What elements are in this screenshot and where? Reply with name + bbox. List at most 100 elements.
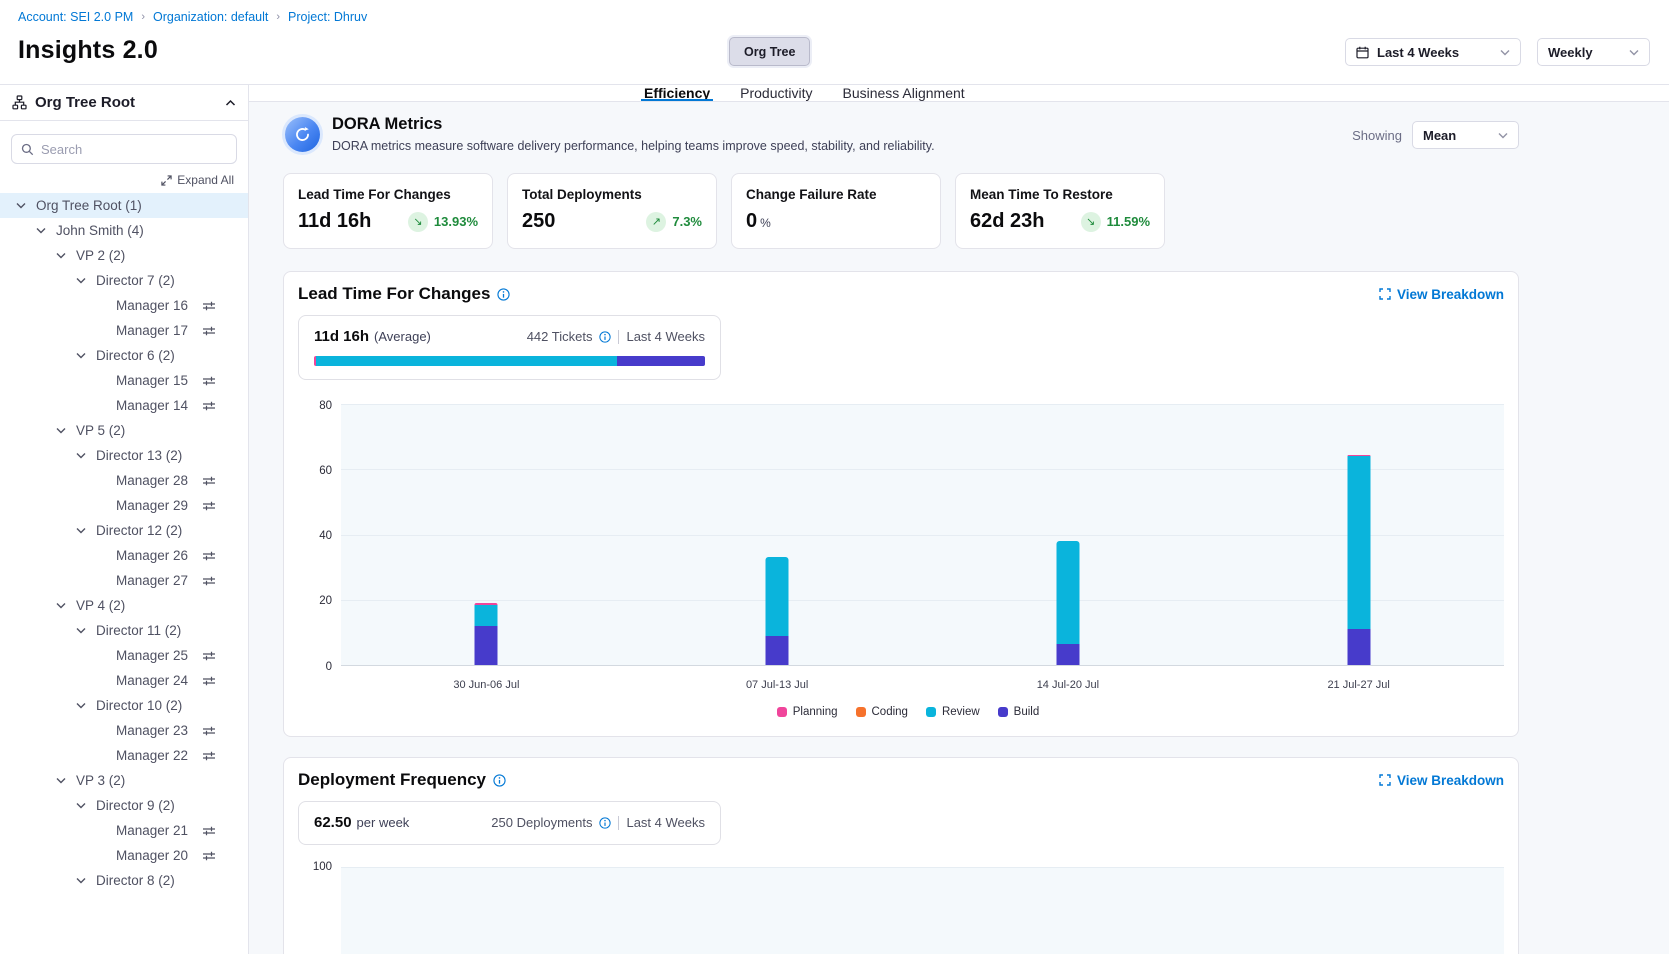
tree-item-director-11-2[interactable]: Director 11 (2) [0, 618, 248, 643]
tree-item-org-tree-root-1[interactable]: Org Tree Root (1) [0, 193, 248, 218]
tree-item-director-7-2[interactable]: Director 7 (2) [0, 268, 248, 293]
tree-item-manager-21[interactable]: Manager 21 [0, 818, 248, 843]
tree-item-director-13-2[interactable]: Director 13 (2) [0, 443, 248, 468]
metric-label: Lead Time For Changes [298, 187, 478, 202]
chevron-down-icon[interactable] [56, 252, 70, 259]
tree-item-manager-28[interactable]: Manager 28 [0, 468, 248, 493]
chevron-down-icon[interactable] [56, 777, 70, 784]
tree-item-director-9-2[interactable]: Director 9 (2) [0, 793, 248, 818]
tree-item-director-10-2[interactable]: Director 10 (2) [0, 693, 248, 718]
tree-item-label: Manager 24 [116, 673, 188, 688]
tree-item-manager-24[interactable]: Manager 24 [0, 668, 248, 693]
filters-icon[interactable] [202, 375, 216, 387]
filters-icon[interactable] [202, 300, 216, 312]
metric-card-change-failure-rate[interactable]: Change Failure Rate 0% [731, 173, 941, 249]
info-icon[interactable] [599, 817, 611, 829]
tab-efficiency[interactable]: Efficiency [644, 85, 710, 101]
filters-icon[interactable] [202, 650, 216, 662]
dora-title: DORA Metrics [332, 115, 1352, 134]
chevron-down-icon[interactable] [76, 802, 90, 809]
filters-icon[interactable] [202, 850, 216, 862]
filters-icon[interactable] [202, 400, 216, 412]
filters-icon[interactable] [202, 825, 216, 837]
tree-item-director-6-2[interactable]: Director 6 (2) [0, 343, 248, 368]
chevron-down-icon[interactable] [76, 527, 90, 534]
filters-icon[interactable] [202, 575, 216, 587]
tree-item-john-smith-4[interactable]: John Smith (4) [0, 218, 248, 243]
tree-item-director-8-2[interactable]: Director 8 (2) [0, 868, 248, 893]
filters-icon[interactable] [202, 475, 216, 487]
legend-item-planning[interactable]: Planning [777, 706, 838, 718]
stacked-bar-4[interactable] [1347, 455, 1370, 665]
tree-item-manager-23[interactable]: Manager 23 [0, 718, 248, 743]
chevron-down-icon[interactable] [76, 627, 90, 634]
tab-productivity[interactable]: Productivity [740, 85, 812, 101]
metric-card-total-deployments[interactable]: Total Deployments 250 ↗ 7.3% [507, 173, 717, 249]
tree-item-manager-20[interactable]: Manager 20 [0, 843, 248, 868]
tree-item-vp-5-2[interactable]: VP 5 (2) [0, 418, 248, 443]
granularity-select[interactable]: Weekly [1537, 38, 1650, 66]
filters-icon[interactable] [202, 675, 216, 687]
tree-item-manager-29[interactable]: Manager 29 [0, 493, 248, 518]
chevron-down-icon[interactable] [76, 452, 90, 459]
info-icon[interactable] [493, 774, 506, 787]
tree-item-manager-17[interactable]: Manager 17 [0, 318, 248, 343]
tree-item-vp-2-2[interactable]: VP 2 (2) [0, 243, 248, 268]
breadcrumb-project-link[interactable]: Project: Dhruv [288, 10, 367, 24]
legend-item-coding[interactable]: Coding [856, 706, 908, 718]
legend-label: Review [942, 706, 980, 718]
chevron-down-icon[interactable] [76, 877, 90, 884]
stacked-bar-2[interactable] [766, 557, 789, 665]
tree-item-manager-15[interactable]: Manager 15 [0, 368, 248, 393]
stacked-bar-3[interactable] [1056, 541, 1079, 665]
bar-segment-review [475, 605, 498, 626]
view-breakdown-link[interactable]: View Breakdown [1379, 287, 1504, 302]
chevron-down-icon[interactable] [36, 227, 50, 234]
tree-item-manager-16[interactable]: Manager 16 [0, 293, 248, 318]
filters-icon[interactable] [202, 750, 216, 762]
metric-card-mean-time-to-restore[interactable]: Mean Time To Restore 62d 23h ↘ 11.59% [955, 173, 1165, 249]
sidebar-search[interactable] [11, 134, 237, 164]
view-breakdown-link[interactable]: View Breakdown [1379, 773, 1504, 788]
tab-business-alignment[interactable]: Business Alignment [843, 85, 965, 101]
metric-value: 0% [746, 210, 771, 233]
legend-item-build[interactable]: Build [998, 706, 1040, 718]
tree-item-vp-4-2[interactable]: VP 4 (2) [0, 593, 248, 618]
info-icon[interactable] [599, 331, 611, 343]
expand-all-button[interactable]: Expand All [0, 173, 234, 187]
trend-percent: 13.93% [434, 214, 478, 229]
aggregation-select[interactable]: Mean [1412, 121, 1519, 149]
chevron-down-icon[interactable] [76, 352, 90, 359]
tree-item-manager-22[interactable]: Manager 22 [0, 743, 248, 768]
bar-segment-build [766, 636, 789, 665]
tree-item-vp-3-2[interactable]: VP 3 (2) [0, 768, 248, 793]
chevron-down-icon[interactable] [76, 702, 90, 709]
trend-down-icon: ↘ [1081, 212, 1101, 232]
chevron-down-icon[interactable] [56, 602, 70, 609]
tree-item-manager-14[interactable]: Manager 14 [0, 393, 248, 418]
lead-time-summary-box: 11d 16h (Average) 442 Tickets Last 4 Wee… [298, 315, 721, 380]
phase-segment-build [617, 356, 705, 366]
date-range-select[interactable]: Last 4 Weeks [1345, 38, 1521, 66]
breadcrumb-account-link[interactable]: Account: SEI 2.0 PM [18, 10, 133, 24]
tree-item-director-12-2[interactable]: Director 12 (2) [0, 518, 248, 543]
stacked-bar-1[interactable] [475, 603, 498, 665]
info-icon[interactable] [497, 288, 510, 301]
metric-card-lead-time-for-changes[interactable]: Lead Time For Changes 11d 16h ↘ 13.93% [283, 173, 493, 249]
breadcrumb-organization-link[interactable]: Organization: default [153, 10, 268, 24]
chevron-down-icon[interactable] [76, 277, 90, 284]
tree-item-manager-25[interactable]: Manager 25 [0, 643, 248, 668]
filters-icon[interactable] [202, 550, 216, 562]
filters-icon[interactable] [202, 500, 216, 512]
dora-cycle-icon [285, 117, 320, 152]
filters-icon[interactable] [202, 325, 216, 337]
tree-item-manager-26[interactable]: Manager 26 [0, 543, 248, 568]
legend-item-review[interactable]: Review [926, 706, 980, 718]
chevron-down-icon[interactable] [16, 202, 30, 209]
filters-icon[interactable] [202, 725, 216, 737]
chevron-down-icon[interactable] [56, 427, 70, 434]
collapse-sidebar-chevron-up-icon[interactable] [225, 99, 236, 107]
org-tree-toggle-button[interactable]: Org Tree [729, 37, 810, 66]
search-input[interactable] [41, 142, 227, 157]
tree-item-manager-27[interactable]: Manager 27 [0, 568, 248, 593]
